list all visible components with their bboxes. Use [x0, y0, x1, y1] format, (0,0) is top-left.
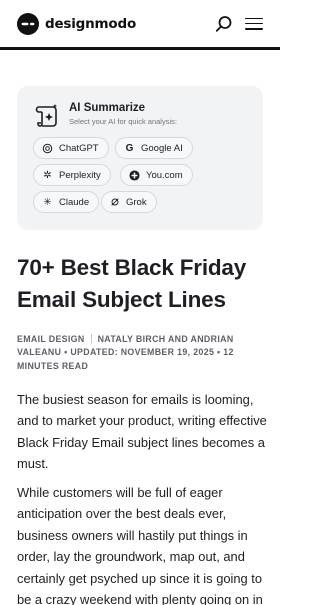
- claude-icon: ✳: [43, 196, 52, 208]
- article-paragraph: The busiest season for emails is looming…: [17, 392, 267, 472]
- ai-option-label: Perplexity: [59, 169, 101, 181]
- meta-divider: [90, 334, 92, 343]
- site-header: designmodo: [0, 0, 280, 50]
- scroll-sparkle-icon: [35, 104, 57, 127]
- ai-option-perplexity[interactable]: ✲ Perplexity: [33, 164, 111, 186]
- article-paragraph: While customers will be full of eager an…: [17, 485, 263, 605]
- ai-option-claude[interactable]: ✳ Claude: [33, 191, 100, 213]
- ai-summarize-card: AI Summarize Select your AI for quick an…: [17, 86, 263, 230]
- article-meta: Email Design Nataly Birch and Andrian Val…: [17, 333, 267, 373]
- brand-name[interactable]: designmodo: [45, 16, 136, 32]
- chatgpt-icon: [42, 143, 53, 153]
- ai-option-label: Grok: [126, 196, 147, 208]
- google-icon: G: [125, 142, 134, 154]
- hamburger-menu-icon[interactable]: [245, 17, 263, 30]
- grok-icon: [111, 198, 119, 206]
- perplexity-icon: ✲: [43, 169, 52, 181]
- ai-option-you-com[interactable]: You.com: [120, 164, 193, 186]
- ai-option-google-ai[interactable]: G Google AI: [115, 137, 193, 159]
- search-icon[interactable]: [215, 15, 233, 33]
- ai-option-label: ChatGPT: [59, 142, 99, 154]
- menu-line: [245, 27, 263, 30]
- header-actions: [215, 15, 263, 33]
- ai-option-grok[interactable]: Grok: [101, 191, 157, 213]
- article-title: 70+ Best Black Friday Email Subject Line…: [17, 255, 247, 312]
- menu-line: [245, 22, 263, 25]
- designmodo-logo-icon[interactable]: [17, 12, 39, 35]
- ai-option-label: Claude: [59, 196, 90, 208]
- ai-option-label: Google AI: [141, 142, 183, 154]
- ai-summarize-subtitle: Select your AI for quick analysis:: [69, 117, 177, 126]
- ai-summarize-title: AI Summarize: [69, 102, 146, 114]
- article-category[interactable]: Email Design: [17, 334, 85, 344]
- menu-line: [245, 17, 263, 20]
- ai-option-chatgpt[interactable]: ChatGPT: [33, 137, 109, 159]
- you-com-icon: [129, 169, 140, 181]
- ai-option-label: You.com: [146, 169, 183, 181]
